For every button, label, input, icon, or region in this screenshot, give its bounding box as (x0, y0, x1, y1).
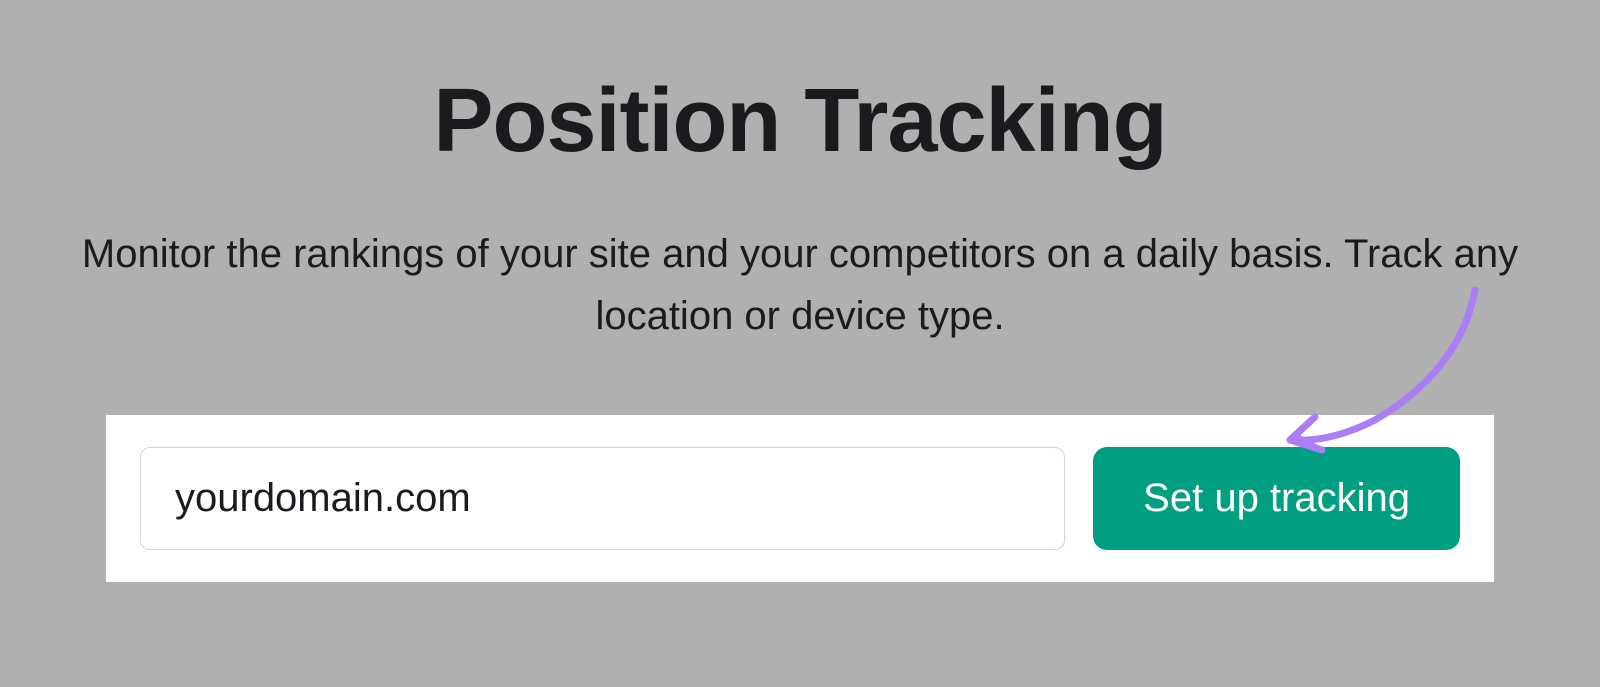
page-title: Position Tracking (433, 70, 1166, 173)
tracking-form: Set up tracking (106, 415, 1494, 582)
setup-tracking-button[interactable]: Set up tracking (1093, 447, 1460, 550)
page-subtitle: Monitor the rankings of your site and yo… (25, 223, 1575, 347)
domain-input[interactable] (140, 447, 1065, 550)
